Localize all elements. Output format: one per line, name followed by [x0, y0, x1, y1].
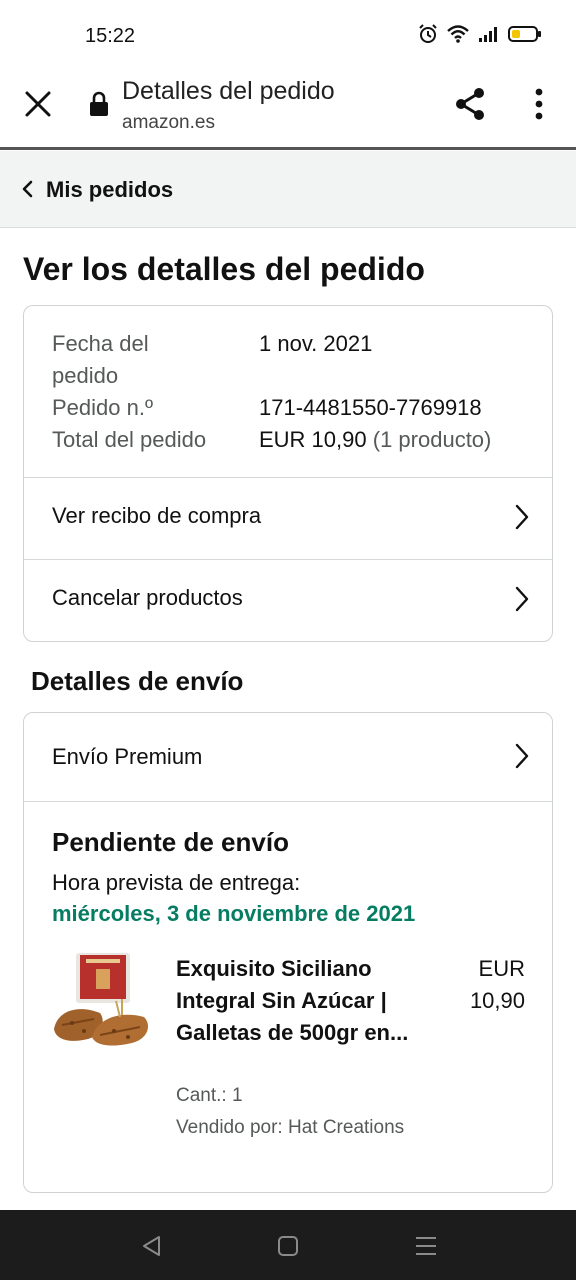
- receipt-row[interactable]: Ver recibo de compra: [24, 477, 552, 559]
- home-icon[interactable]: [275, 1233, 301, 1259]
- cancel-products-label: Cancelar productos: [52, 585, 243, 610]
- breadcrumb-label[interactable]: Mis pedidos: [46, 177, 173, 203]
- product-image[interactable]: [52, 951, 156, 1055]
- alarm-icon: [419, 24, 437, 43]
- battery-icon: [508, 26, 541, 42]
- status-icons: [418, 24, 542, 44]
- product-price-value: 10,90: [469, 988, 525, 1013]
- product-seller: Vendido por: Hat Creations: [176, 1117, 405, 1138]
- order-date-label: Fecha del pedido: [52, 331, 149, 388]
- shipping-heading: Detalles de envío: [31, 666, 244, 696]
- order-date-value: 1 nov. 2021: [259, 331, 373, 356]
- eta-label: Hora prevista de entrega:: [52, 870, 301, 895]
- product-price: EUR 10,90: [470, 953, 525, 1017]
- order-number-value: 171-4481550-7769918: [259, 395, 482, 420]
- breadcrumb[interactable]: Mis pedidos: [0, 151, 576, 228]
- page-domain[interactable]: amazon.es: [122, 112, 215, 134]
- product-price-currency: EUR: [478, 956, 525, 981]
- system-nav-bar: [0, 1210, 576, 1280]
- recents-icon[interactable]: [413, 1233, 439, 1259]
- shipping-card: Envío Premium Pendiente de envío Hora pr…: [23, 712, 553, 1193]
- order-total-count: (1 producto): [372, 427, 492, 452]
- close-icon[interactable]: [22, 88, 54, 120]
- status-time: 15:22: [85, 25, 136, 47]
- signal-icon: [479, 27, 497, 42]
- page-title[interactable]: Detalles del pedido: [122, 77, 335, 106]
- shipment-status: Pendiente de envío: [52, 827, 289, 857]
- product-title-link[interactable]: Exquisito Siciliano Integral Sin Azúcar …: [176, 953, 416, 1049]
- eta-date: miércoles, 3 de noviembre de 2021: [52, 901, 416, 926]
- wifi-icon: [447, 25, 469, 43]
- cancel-products-row[interactable]: Cancelar productos: [24, 559, 552, 641]
- lock-icon: [90, 91, 108, 116]
- chevron-left-icon: [22, 180, 33, 198]
- order-number-label: Pedido n.º: [52, 395, 153, 420]
- browser-toolbar: Detalles del pedido amazon.es: [0, 72, 576, 150]
- chevron-right-icon: [515, 504, 529, 530]
- order-summary-card: Fecha del pedido 1 nov. 2021 Pedido n.º …: [23, 305, 553, 642]
- page-heading: Ver los detalles del pedido: [23, 251, 425, 287]
- shipping-method-row[interactable]: Envío Premium: [24, 713, 552, 802]
- order-total: EUR 10,90 (1 producto): [259, 424, 491, 456]
- chevron-right-icon: [515, 743, 529, 769]
- chevron-right-icon: [515, 586, 529, 612]
- order-total-value: EUR 10,90: [259, 427, 367, 452]
- more-vert-icon[interactable]: [526, 86, 552, 122]
- product-quantity: Cant.: 1: [176, 1085, 243, 1106]
- status-bar: 15:22: [0, 0, 576, 72]
- back-icon[interactable]: [139, 1233, 165, 1259]
- shipping-method-label: Envío Premium: [52, 744, 203, 769]
- share-icon[interactable]: [452, 86, 488, 122]
- receipt-label: Ver recibo de compra: [52, 503, 262, 528]
- order-total-label: Total del pedido: [52, 427, 207, 452]
